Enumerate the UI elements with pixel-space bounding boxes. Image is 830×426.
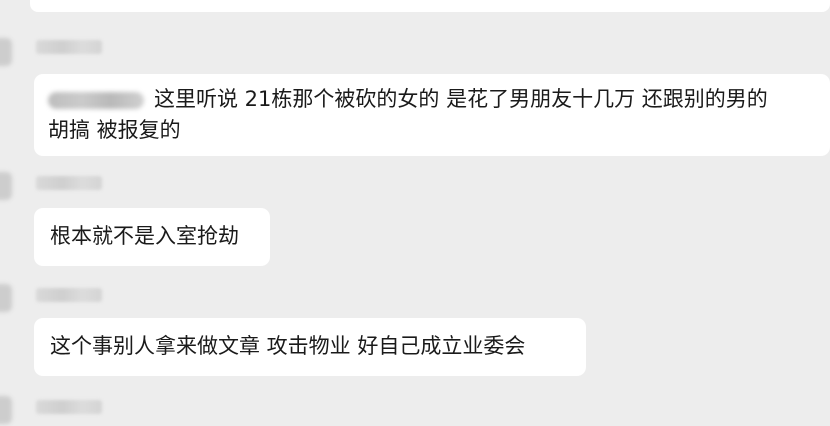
message-text: 这里听说 21栋那个被砍的女的 是花了男朋友十几万 还跟别的男的: [154, 87, 768, 111]
chat-view: 这里听说 21栋那个被砍的女的 是花了男朋友十几万 还跟别的男的 胡搞 被报复的…: [0, 0, 830, 426]
message-bubble[interactable]: 这里听说 21栋那个被砍的女的 是花了男朋友十几万 还跟别的男的 胡搞 被报复的: [34, 74, 830, 156]
sender-name-blurred: [36, 40, 102, 54]
previous-message-bubble[interactable]: [30, 0, 830, 12]
message-text: 根本就不是入室抢劫: [50, 224, 239, 248]
message-text-line: 胡搞 被报复的: [48, 118, 181, 142]
message-text-line: 这里听说 21栋那个被砍的女的 是花了男朋友十几万 还跟别的男的: [48, 84, 768, 115]
message-bubble[interactable]: 这个事别人拿来做文章 攻击物业 好自己成立业委会: [34, 318, 586, 376]
sender-name-blurred: [36, 400, 102, 414]
sender-name-blurred: [36, 176, 102, 190]
avatar[interactable]: [0, 172, 12, 200]
avatar[interactable]: [0, 284, 12, 312]
message-text: 这个事别人拿来做文章 攻击物业 好自己成立业委会: [50, 334, 526, 358]
sender-name-blurred: [36, 288, 102, 302]
message-bubble[interactable]: 根本就不是入室抢劫: [34, 208, 270, 266]
mention-blurred: [48, 91, 144, 109]
avatar[interactable]: [0, 396, 12, 424]
avatar[interactable]: [0, 38, 12, 66]
